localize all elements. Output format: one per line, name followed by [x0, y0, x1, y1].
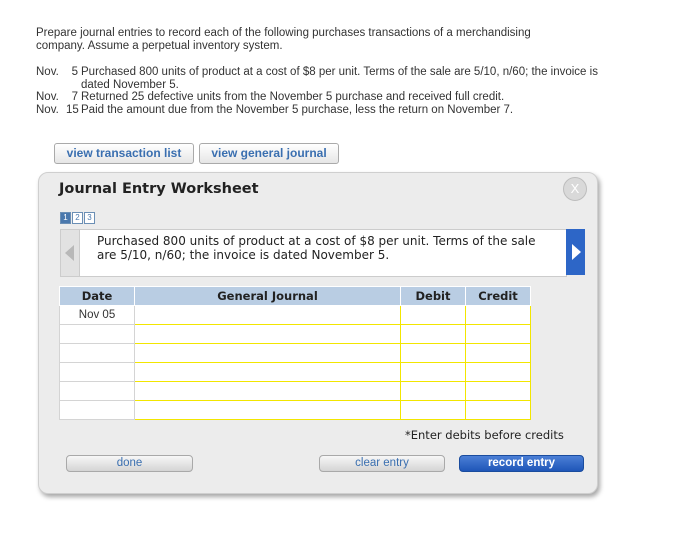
step-indicator: 123 [60, 212, 96, 224]
journal-entry-worksheet: Journal Entry Worksheet X 123 Purchased … [38, 172, 598, 494]
general-journal-header: General Journal [134, 286, 401, 306]
transaction-day: 5 [71, 66, 78, 78]
done-button[interactable]: done [66, 455, 193, 472]
table-row [59, 343, 531, 363]
worksheet-description: Purchased 800 units of product at a cost… [97, 234, 536, 262]
debit-header: Debit [400, 286, 466, 306]
account-input[interactable] [134, 362, 401, 382]
debit-input[interactable] [400, 343, 466, 363]
debit-input[interactable] [400, 362, 466, 382]
date-cell[interactable]: Nov 05 [59, 305, 135, 325]
transaction-month: Nov. [36, 91, 59, 103]
date-cell[interactable] [59, 343, 135, 363]
debit-input[interactable] [400, 324, 466, 344]
worksheet-title: Journal Entry Worksheet [59, 181, 259, 197]
prompt-line-2: company. Assume a perpetual inventory sy… [36, 40, 283, 52]
account-input[interactable] [134, 343, 401, 363]
transaction-description: Purchased 800 units of product at a cost… [81, 66, 598, 91]
journal-header-row: Date General Journal Debit Credit [59, 286, 531, 306]
previous-arrow-icon[interactable] [61, 230, 80, 276]
debit-input[interactable] [400, 400, 466, 420]
prompt-line-1: Prepare journal entries to record each o… [36, 27, 531, 39]
transaction-day: 15 [66, 103, 79, 116]
account-input[interactable] [134, 305, 401, 325]
credit-input[interactable] [465, 305, 531, 325]
credit-input[interactable] [465, 381, 531, 401]
step-2-tab[interactable]: 2 [72, 212, 83, 224]
record-entry-button[interactable]: record entry [459, 455, 584, 472]
transaction-day: 7 [71, 91, 78, 103]
credit-input[interactable] [465, 324, 531, 344]
step-3-tab[interactable]: 3 [84, 212, 95, 224]
table-row [59, 362, 531, 382]
debit-input[interactable] [400, 381, 466, 401]
journal-table: Date General Journal Debit Credit Nov 05 [59, 286, 531, 420]
view-transaction-list-button[interactable]: view transaction list [54, 143, 194, 164]
view-general-journal-button[interactable]: view general journal [199, 143, 339, 164]
transaction-month: Nov. [36, 103, 59, 116]
table-row [59, 400, 531, 420]
close-icon[interactable]: X [563, 177, 587, 201]
transaction-description: Paid the amount due from the November 5 … [81, 103, 514, 116]
credit-input[interactable] [465, 400, 531, 420]
next-arrow-icon[interactable] [566, 229, 585, 275]
date-cell[interactable] [59, 324, 135, 344]
date-cell[interactable] [59, 381, 135, 401]
transaction-description-box: Purchased 800 units of product at a cost… [60, 229, 567, 277]
step-1-tab[interactable]: 1 [60, 212, 71, 224]
credit-input[interactable] [465, 343, 531, 363]
credit-input[interactable] [465, 362, 531, 382]
table-row [59, 324, 531, 344]
credit-header: Credit [465, 286, 531, 306]
problem-prompt: Prepare journal entries to record each o… [36, 27, 556, 53]
table-row: Nov 05 [59, 305, 531, 325]
date-cell[interactable] [59, 400, 135, 420]
debit-input[interactable] [400, 305, 466, 325]
account-input[interactable] [134, 381, 401, 401]
clear-entry-button[interactable]: clear entry [319, 455, 445, 472]
account-input[interactable] [134, 400, 401, 420]
debit-credit-note: *Enter debits before credits [405, 428, 564, 442]
date-cell[interactable] [59, 362, 135, 382]
transaction-month: Nov. [36, 66, 59, 78]
table-row [59, 381, 531, 401]
account-input[interactable] [134, 324, 401, 344]
date-header: Date [59, 286, 135, 306]
transaction-description: Returned 25 defective units from the Nov… [81, 91, 505, 103]
